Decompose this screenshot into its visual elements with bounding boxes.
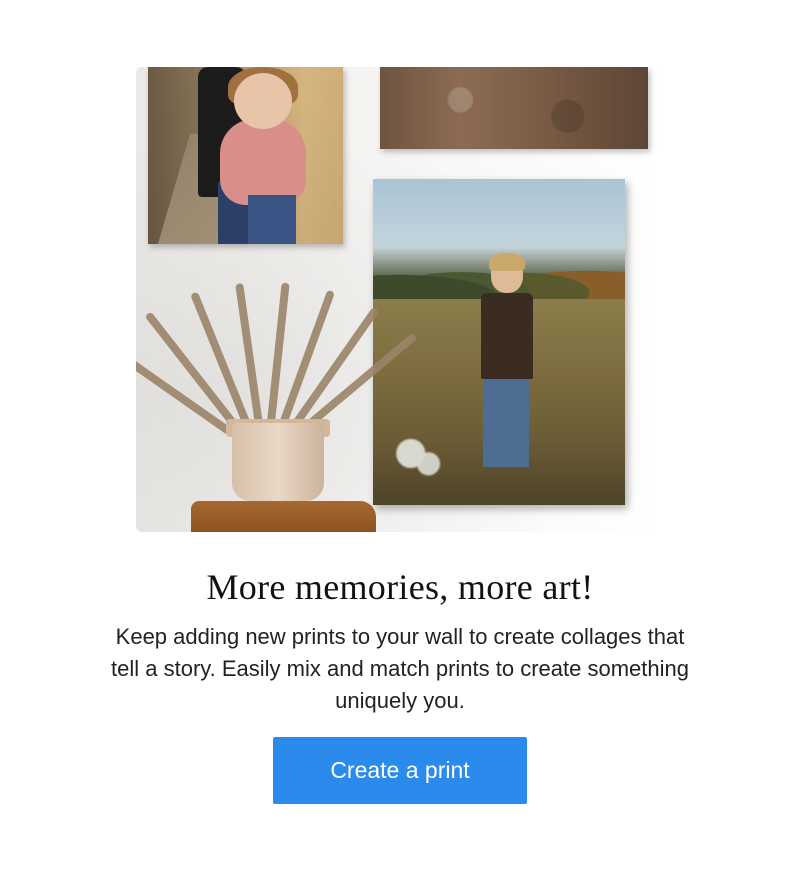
hug-photo-child-jeans bbox=[248, 195, 296, 244]
plant-pot bbox=[232, 423, 324, 501]
hug-photo-child-body bbox=[220, 119, 306, 205]
print-ground-photo bbox=[380, 67, 648, 149]
hero-image bbox=[136, 67, 662, 532]
folded-blanket bbox=[191, 501, 376, 532]
field-photo-boy-jeans bbox=[483, 375, 529, 467]
create-print-button[interactable]: Create a print bbox=[273, 737, 527, 804]
field-photo-boy-shirt bbox=[481, 293, 533, 379]
body-copy: Keep adding new prints to your wall to c… bbox=[111, 624, 689, 713]
field-photo-boy-hair bbox=[489, 253, 525, 271]
dried-palm-plant bbox=[136, 272, 418, 436]
headline: More memories, more art! bbox=[206, 567, 594, 607]
hug-photo-child-head bbox=[234, 73, 292, 129]
print-hug-photo bbox=[148, 67, 343, 244]
